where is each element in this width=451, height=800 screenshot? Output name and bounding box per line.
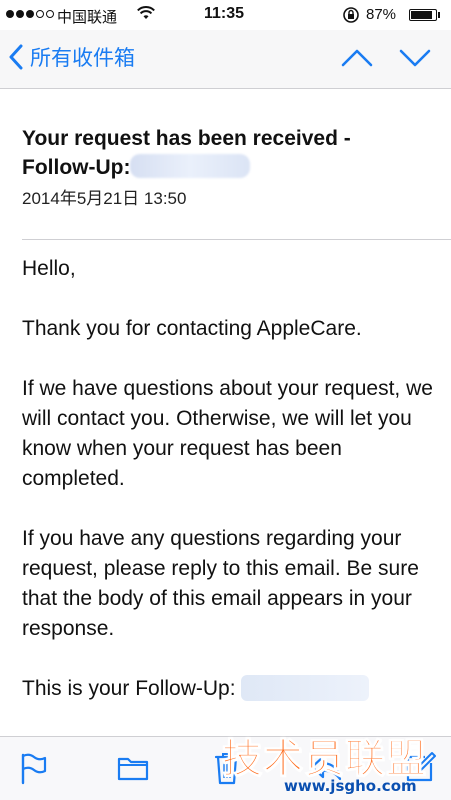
message-header: Your request has been received - Follow-… [22,124,442,209]
flag-icon [21,753,47,785]
redacted-block [130,154,251,178]
chevron-down-icon [399,49,431,67]
subject-line-1: Your request has been received - [22,127,351,150]
next-message-button[interactable] [398,47,432,74]
signal-dot [46,10,54,18]
header-divider [22,239,451,240]
signal-dot [16,10,24,18]
signal-dot [6,10,14,18]
signal-dot [26,10,34,18]
body-greeting: Hello, [22,257,76,280]
signal-dot [36,10,44,18]
wifi-icon [137,6,155,24]
trash-icon [214,753,240,785]
body-paragraph: If we have questions about your request,… [22,377,433,490]
chevron-up-icon [341,49,373,67]
back-button[interactable]: 所有收件箱 [8,42,135,72]
chevron-left-icon [9,44,23,70]
delete-button[interactable] [214,751,240,790]
bottom-toolbar [0,736,451,800]
redacted-block [241,675,370,701]
back-button-label: 所有收件箱 [30,47,135,70]
compose-icon [406,752,436,782]
mail-screen: 中国联通 11:35 87% 所有收件箱 Your request has be… [0,0,451,800]
battery-tip [438,12,440,18]
navigation-bar: 所有收件箱 [0,30,451,89]
signal-strength-icon [6,10,54,18]
follow-up-text: This is your Follow-Up: [22,677,236,700]
compose-button[interactable] [405,751,437,788]
message-date: 2014年5月21日 13:50 [22,189,187,208]
reply-icon [310,755,342,781]
status-time: 11:35 [204,5,245,22]
message-body: Hello, Thank you for contacting AppleCar… [22,254,442,704]
folder-icon [117,757,149,781]
battery-fill [411,11,432,19]
move-to-folder-button[interactable] [117,755,149,786]
reply-button[interactable] [309,754,343,787]
message-subject: Your request has been received - Follow-… [22,124,442,182]
body-paragraph: If you have any questions regarding your… [22,527,419,640]
previous-message-button[interactable] [340,47,374,74]
body-thanks: Thank you for contacting AppleCare. [22,317,362,340]
flag-button[interactable] [20,753,48,790]
subject-line-2: Follow-Up: [22,156,131,179]
battery-percent: 87% [366,6,397,23]
battery-icon [409,9,437,21]
status-bar: 中国联通 11:35 87% [0,0,451,30]
rotation-lock-icon [342,6,360,28]
body-paragraph-partial: This is your Follow-Up: [22,674,442,704]
carrier-name: 中国联通 [57,9,118,26]
